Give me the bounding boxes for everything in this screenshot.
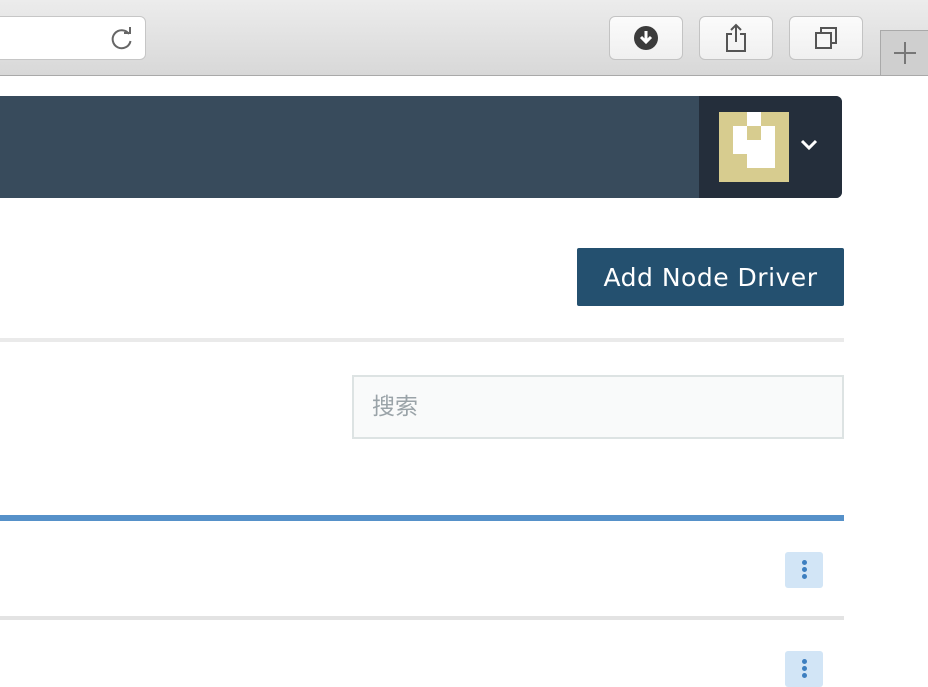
download-button[interactable] (609, 16, 683, 60)
row-actions-button[interactable] (785, 552, 823, 588)
table-row (0, 620, 844, 687)
row-actions-button[interactable] (785, 651, 823, 687)
download-icon (634, 26, 658, 50)
reload-icon[interactable] (109, 26, 135, 52)
avatar (719, 112, 789, 182)
share-icon (726, 23, 746, 52)
chevron-down-icon (800, 139, 818, 151)
address-bar[interactable] (0, 16, 146, 60)
plus-icon (894, 42, 916, 64)
add-node-driver-button[interactable]: Add Node Driver (577, 248, 844, 306)
browser-toolbar (0, 0, 928, 76)
user-menu[interactable] (699, 96, 842, 198)
show-tabs-button[interactable] (789, 16, 863, 60)
new-tab-button[interactable] (880, 30, 928, 75)
app-header (0, 96, 842, 198)
share-button[interactable] (699, 16, 773, 60)
table-row (0, 521, 844, 617)
tabs-icon (815, 27, 837, 49)
section-divider (0, 338, 844, 342)
search-input[interactable] (352, 375, 844, 439)
